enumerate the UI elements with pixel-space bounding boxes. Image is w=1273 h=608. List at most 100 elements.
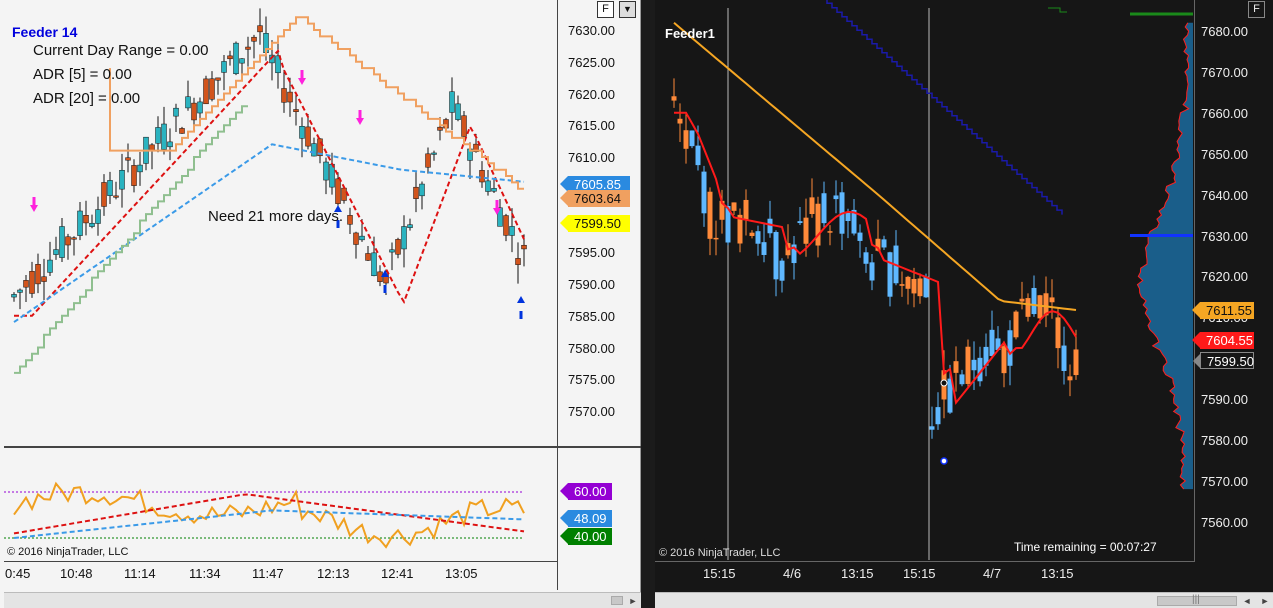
scroll-thumb[interactable]: |||	[1157, 594, 1237, 606]
candle-body	[821, 193, 827, 224]
candle-body	[953, 361, 959, 373]
candle-body	[197, 101, 203, 114]
candle-body	[191, 102, 197, 121]
f-button[interactable]: F	[597, 1, 614, 18]
candle-body	[287, 91, 293, 103]
right-horizontal-scrollbar[interactable]: ||| ◄ ►	[655, 592, 1273, 608]
candle-body	[683, 130, 689, 149]
candle-body	[359, 235, 365, 241]
candle-body	[173, 107, 179, 117]
time-tick-label: 12:41	[381, 566, 414, 581]
candle-body	[95, 209, 101, 224]
candle-body	[509, 226, 515, 236]
chart-title: Feeder1	[665, 26, 715, 41]
sma-line	[13, 143, 525, 323]
candle-body	[167, 141, 173, 148]
candle-body	[101, 182, 107, 207]
signal-arrow-icon	[356, 118, 364, 125]
candle-body	[137, 164, 143, 173]
scroll-left-button[interactable]: ◄	[1241, 595, 1253, 607]
price-tick-label: 7610.00	[568, 150, 615, 165]
candle-body	[899, 284, 905, 286]
time-tick-label: 4/6	[783, 566, 802, 581]
candle-body	[971, 359, 977, 371]
scroll-right-button[interactable]: ►	[627, 595, 639, 607]
candle-body	[341, 187, 347, 201]
candle-body	[857, 232, 863, 241]
time-tick-label: 0:45	[5, 566, 31, 581]
candle-body	[521, 244, 527, 250]
ninjatrader-window: Feeder 14 Current Day Range = 0.00 ADR […	[0, 0, 1273, 608]
candle-body	[989, 329, 995, 356]
price-tick-label: 7620.00	[568, 86, 615, 102]
chart-title: Feeder 14	[12, 24, 78, 40]
candle-body	[365, 253, 371, 261]
trailing-stop-green	[14, 105, 248, 374]
candle-body	[1019, 298, 1025, 302]
candle-body	[89, 222, 95, 227]
price-tick-label: 7630.00	[568, 23, 615, 38]
candle-body	[797, 221, 803, 224]
signal-arrow-stem	[358, 110, 362, 118]
candle-body	[395, 239, 401, 255]
candle-body	[371, 252, 377, 277]
price-tick-label: 7570.00	[568, 404, 615, 419]
time-tick-label: 11:47	[252, 566, 284, 581]
signal-arrow-stem	[495, 200, 499, 208]
candle-body	[887, 252, 893, 297]
candle-body	[65, 236, 71, 246]
candle-body	[1001, 346, 1007, 374]
adr-5-label: ADR [5] = 0.00	[33, 66, 132, 83]
candle-body	[845, 212, 851, 222]
candle-body	[113, 195, 119, 198]
candle-body	[53, 249, 59, 255]
candle-body	[161, 123, 167, 150]
candle-body	[881, 239, 887, 248]
candle-body	[1073, 349, 1079, 376]
candle-body	[1055, 317, 1061, 349]
panel-splitter[interactable]	[641, 0, 655, 608]
oscillator-level-tag: 48.09	[560, 510, 612, 527]
candle-body	[59, 226, 65, 258]
candle-body	[917, 278, 923, 297]
oscillator-level-tag: 40.00	[560, 528, 612, 545]
candle-body	[905, 276, 911, 289]
candle-body	[491, 188, 497, 192]
left-chart-panel[interactable]: Feeder 14 Current Day Range = 0.00 ADR […	[0, 0, 641, 608]
candle-body	[863, 252, 869, 264]
exit-marker-icon	[940, 457, 948, 465]
right-price-plot[interactable]	[655, 0, 1193, 562]
candle-body	[1013, 311, 1019, 338]
price-tick-label: 7580.00	[568, 340, 615, 356]
candle-body	[695, 145, 701, 166]
scroll-thumb[interactable]	[611, 596, 623, 605]
price-marker-tag: 7599.50	[560, 215, 630, 232]
candle-body	[215, 77, 221, 81]
candle-body	[911, 278, 917, 294]
scroll-right-button[interactable]: ►	[1259, 595, 1271, 607]
price-tick-label: 7670.00	[1201, 64, 1248, 80]
candle-body	[221, 61, 227, 73]
candle-body	[449, 91, 455, 113]
right-price-axis-divider	[1194, 0, 1195, 562]
left-oscillator-plot[interactable]	[4, 449, 561, 561]
price-tick-label: 7680.00	[1201, 24, 1248, 39]
signal-arrow-icon	[517, 296, 525, 303]
candle-body	[149, 144, 155, 151]
volume-profile-area	[1137, 22, 1193, 490]
candle-body	[1049, 297, 1055, 303]
price-tick-label: 7570.00	[1201, 473, 1248, 489]
right-chart-panel[interactable]: Feeder1 7680.00 7670.00 7660.00 7650.00 7640…	[655, 0, 1273, 608]
left-pane-divider[interactable]	[4, 446, 641, 448]
price-marker-tag: 7599.50	[1193, 352, 1254, 369]
left-horizontal-scrollbar[interactable]: ►	[4, 592, 641, 608]
time-remaining-label: Time remaining = 00:07:27	[1014, 540, 1157, 554]
candle-body	[29, 271, 35, 294]
candle-body	[323, 161, 329, 181]
candle-body	[767, 218, 773, 234]
entry-marker-icon	[940, 379, 948, 387]
f-button[interactable]: F	[1248, 1, 1265, 18]
chevron-down-icon[interactable]: ▼	[619, 1, 636, 18]
candle-body	[389, 249, 395, 253]
right-time-axis-divider	[655, 561, 1195, 562]
